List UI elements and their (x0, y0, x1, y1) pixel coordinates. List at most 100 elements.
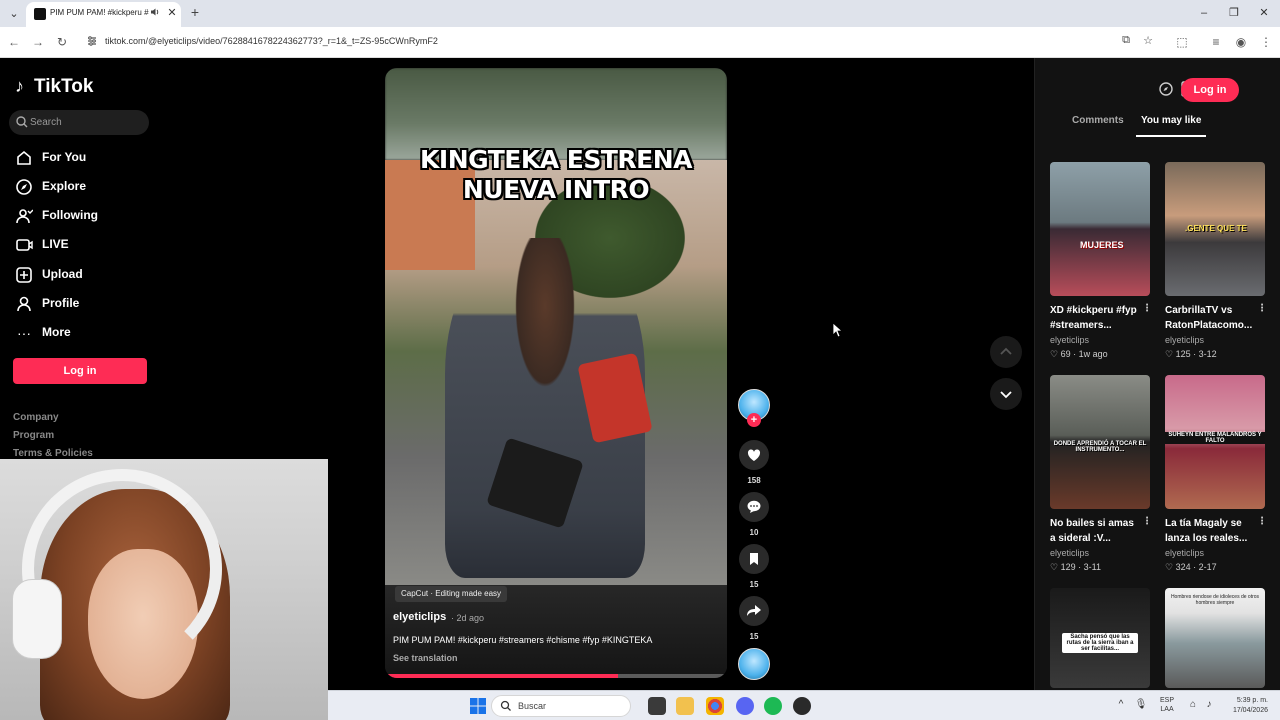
chrome-icon[interactable] (706, 697, 724, 715)
sidebar-item-live[interactable]: LIVE (15, 234, 145, 256)
extensions-icon[interactable]: ⬚ (1174, 34, 1190, 50)
save-count: 15 (749, 580, 759, 589)
sidebar-item-explore[interactable]: Explore (15, 176, 145, 198)
thumbnail-overlay-text: DONDE APRENDIÓ A TOCAR EL INSTRUMENTO... (1053, 441, 1147, 453)
browser-tab[interactable]: PIM PUM PAM! #kickperu # ✕ (26, 2, 181, 27)
language-indicator[interactable]: ESP LAA (1160, 696, 1174, 714)
sidebar-item-more[interactable]: ··· More (15, 322, 145, 344)
chevron-up-icon (1000, 347, 1012, 355)
card-author[interactable]: elyeticlips (1165, 548, 1204, 558)
discord-icon[interactable] (736, 697, 754, 715)
like-button[interactable] (739, 440, 769, 470)
search-box[interactable] (9, 110, 149, 135)
share-button[interactable] (739, 596, 769, 626)
sidebar-login-button[interactable]: Log in (13, 358, 147, 384)
video-thumbnail[interactable]: Hombres riendose de idioleces de otros h… (1165, 588, 1265, 688)
microphone-icon[interactable]: 🎙 (1134, 699, 1148, 713)
heart-outline-icon: ♡ (1050, 562, 1059, 572)
caption-line-1: KINGTEKA ESTRENA (420, 145, 692, 174)
forward-icon[interactable]: → (30, 34, 46, 50)
browser-menu-icon[interactable]: ⋮ (1258, 34, 1274, 50)
spotify-icon[interactable] (764, 697, 782, 715)
sidebar-item-upload[interactable]: Upload (15, 264, 145, 286)
previous-video-button[interactable] (990, 336, 1022, 368)
card-title[interactable]: No bailes si amas a sideral :V... (1050, 516, 1142, 546)
panel-login-button[interactable]: Log in (1181, 78, 1239, 102)
obs-icon[interactable] (793, 697, 811, 715)
heart-outline-icon: ♡ (1050, 349, 1059, 359)
media-control-icon[interactable]: ≡ (1208, 34, 1224, 50)
speaker-icon[interactable] (150, 7, 162, 21)
sidebar-item-label: Explore (42, 179, 87, 193)
url-text[interactable]: tiktok.com/@elyeticlips/video/7628841678… (105, 36, 438, 46)
sidebar-item-for-you[interactable]: For You (15, 147, 145, 169)
tiktok-logo[interactable]: ♪ TikTok (15, 76, 105, 98)
window-close-icon[interactable]: ✕ (1254, 4, 1274, 22)
footer-link-company[interactable]: Company (13, 412, 59, 423)
windows-start-icon[interactable] (470, 698, 486, 714)
tab-search-chevron-icon[interactable]: ⌄ (6, 6, 22, 22)
video-description: PIM PUM PAM! #kickperu #streamers #chism… (393, 635, 653, 645)
card-title[interactable]: CarbrillaTV vs RatonPlatacomo... (1165, 303, 1257, 333)
profile-account-icon[interactable]: ◉ (1233, 34, 1249, 50)
save-button[interactable] (739, 544, 769, 574)
cast-icon[interactable]: ⧉ (1118, 34, 1134, 50)
video-thumbnail[interactable]: SUHEYN ENTRE MALANDROS Y FALTO (1165, 375, 1265, 509)
capcut-badge[interactable]: CapCut · Editing made easy (395, 586, 508, 602)
card-author[interactable]: elyeticlips (1050, 335, 1089, 345)
video-player[interactable]: KINGTEKA ESTRENA NUEVA INTRO CapCut · Ed… (385, 68, 727, 678)
tab-you-may-like[interactable]: You may like (1141, 115, 1201, 126)
music-disc-avatar[interactable] (738, 648, 770, 680)
new-tab-button[interactable]: + (188, 4, 202, 20)
search-input[interactable] (30, 114, 142, 131)
bookmark-star-icon[interactable]: ☆ (1140, 34, 1156, 50)
compass-icon (16, 179, 32, 195)
video-date: · 2d ago (451, 613, 485, 623)
card-title[interactable]: La tía Magaly se lanza los reales... (1165, 516, 1257, 546)
file-explorer-icon[interactable] (676, 697, 694, 715)
card-title[interactable]: XD #kickperu #fyp #streamers... (1050, 303, 1142, 333)
site-info-icon[interactable] (86, 35, 100, 49)
card-more-icon[interactable]: ⋮ (1142, 516, 1152, 527)
see-translation-link[interactable]: See translation (393, 653, 458, 663)
restore-icon[interactable]: ❐ (1224, 4, 1244, 22)
webcam-ear-cup (12, 579, 62, 659)
comment-button[interactable] (739, 492, 769, 522)
reload-icon[interactable]: ↻ (54, 34, 70, 50)
video-thumbnail[interactable]: .GENTE QUE TE (1165, 162, 1265, 296)
webcam-overlay (0, 459, 328, 720)
taskbar-clock[interactable]: 5:39 p. m. 17/04/2026 (1198, 696, 1268, 716)
card-likes: 129 (1060, 562, 1076, 572)
card-author[interactable]: elyeticlips (1050, 548, 1089, 558)
sidebar-item-label: Upload (42, 267, 83, 281)
card-likes: 69 (1060, 349, 1071, 359)
sidebar-item-following[interactable]: Following (15, 205, 145, 227)
card-more-icon[interactable]: ⋮ (1257, 516, 1267, 527)
thumbnail-overlay-text: Hombres riendose de idioleces de otros h… (1170, 594, 1260, 606)
video-thumbnail[interactable]: MUJERES (1050, 162, 1150, 296)
back-icon[interactable]: ← (6, 34, 22, 50)
card-author[interactable]: elyeticlips (1165, 335, 1204, 345)
task-view-icon[interactable] (648, 697, 666, 715)
taskbar-search[interactable]: Buscar (491, 695, 631, 717)
tab-comments[interactable]: Comments (1072, 115, 1124, 126)
tab-close-icon[interactable]: ✕ (166, 6, 178, 20)
card-more-icon[interactable]: ⋮ (1257, 303, 1267, 314)
like-count: 158 (747, 476, 761, 485)
card-age: 3-12 (1198, 349, 1217, 359)
footer-link-terms[interactable]: Terms & Policies (13, 448, 93, 459)
address-bar[interactable]: tiktok.com/@elyeticlips/video/7628841678… (78, 31, 1168, 53)
sidebar-item-profile[interactable]: Profile (15, 293, 145, 315)
minimize-icon[interactable]: – (1194, 4, 1214, 22)
card-more-icon[interactable]: ⋮ (1142, 303, 1152, 314)
video-thumbnail[interactable]: Sacha pensó que las rutas de la sierra i… (1050, 588, 1150, 688)
next-video-button[interactable] (990, 378, 1022, 410)
tray-chevron-up-icon[interactable]: ^ (1114, 699, 1128, 713)
thumbnail-overlay-text: MUJERES (1080, 240, 1124, 250)
video-author[interactable]: elyeticlips (393, 611, 446, 623)
compass-small-icon[interactable] (1157, 80, 1175, 98)
follow-plus-icon[interactable]: + (747, 413, 761, 427)
card-meta: ♡ 125 · 3-12 (1165, 349, 1217, 360)
footer-link-program[interactable]: Program (13, 430, 54, 441)
video-thumbnail[interactable]: DONDE APRENDIÓ A TOCAR EL INSTRUMENTO... (1050, 375, 1150, 509)
